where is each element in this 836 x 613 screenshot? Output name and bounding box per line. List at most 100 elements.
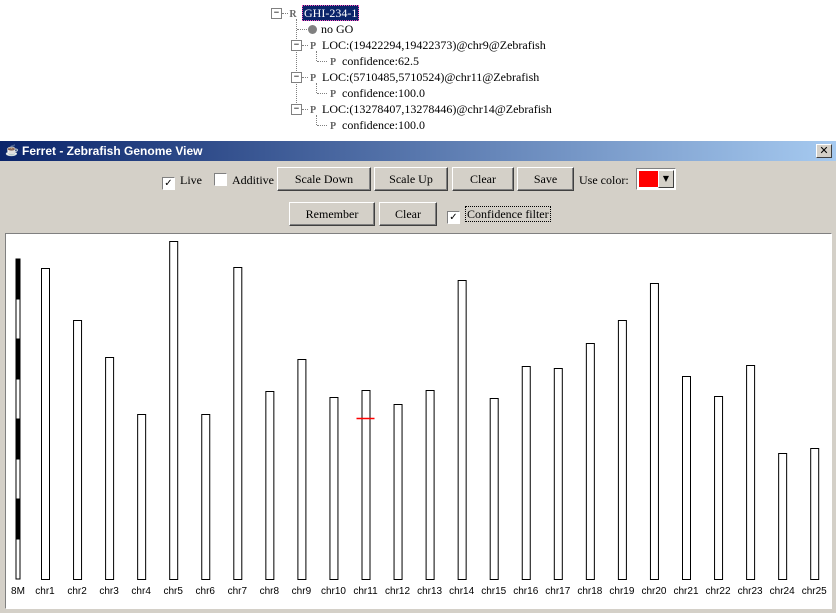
additive-checkbox[interactable]: Additive (214, 172, 274, 188)
chromosome-bar (73, 320, 83, 580)
scale-bar-segment (15, 458, 21, 500)
chromosome-label: chr12 (385, 586, 410, 597)
color-select[interactable]: ▼ (636, 168, 676, 190)
chromosome-bar (553, 368, 563, 580)
chromosome-bar (297, 359, 307, 580)
chromosome-bar (265, 391, 275, 580)
annotation-tree: − R GHI-234-1 no GO − P LOC:(19422294,1942… (0, 0, 836, 140)
chromosome-label: chr4 (131, 586, 151, 597)
scale-up-button[interactable]: Scale Up (374, 167, 448, 191)
chromosome-label: chr6 (196, 586, 216, 597)
chromosome-label: chr15 (481, 586, 506, 597)
tree-item-label: confidence:62.5 (342, 54, 419, 68)
tree-item-label: LOC:(5710485,5710524)@chr11@Zebrafish (322, 70, 540, 84)
scale-bar-segment (15, 498, 21, 540)
scale-bar-segment (15, 298, 21, 340)
tree-item-loc-chr9[interactable]: P LOC:(19422294,19422373)@chr9@Zebrafish (308, 37, 546, 53)
dropdown-arrow-icon[interactable]: ▼ (658, 170, 674, 188)
chromosome-label: chr9 (292, 586, 312, 597)
leaf-dot-icon (308, 25, 317, 34)
chromosome-label: chr17 (545, 586, 570, 597)
chromosome-bar (810, 448, 820, 580)
clear-button[interactable]: Clear (452, 167, 514, 191)
scale-bar-segment (15, 418, 21, 460)
chromosome-chart: 8M chr1 chr2 chr3 chr4 chr5 chr6 chr7 chr8 chr9 ch… (11, 241, 827, 597)
tree-root-label[interactable]: GHI-234-1 (302, 5, 360, 21)
chromosome-label: chr16 (513, 586, 538, 597)
live-checkbox[interactable]: ✓ Live (162, 172, 202, 190)
tree-item-no-go[interactable]: no GO (308, 21, 353, 37)
chromosome-label: chr7 (228, 586, 248, 597)
tree-item-label: confidence:100.0 (342, 118, 425, 132)
chromosome-bar (329, 397, 339, 580)
window-title: Ferret - Zebrafish Genome View (22, 144, 203, 158)
live-label: Live (180, 173, 202, 187)
chromosome-bar (617, 320, 627, 580)
tree-item-loc-chr11[interactable]: P LOC:(5710485,5710524)@chr11@Zebrafish (308, 69, 539, 85)
confidence-filter-label: Confidence filter (465, 206, 551, 222)
chromosome-label: chr19 (609, 586, 634, 597)
scale-down-button[interactable]: Scale Down (277, 167, 371, 191)
chromosome-label: chr13 (417, 586, 442, 597)
tree-item-label: LOC:(19422294,19422373)@chr9@Zebrafish (322, 38, 546, 52)
chromosome-bar (41, 268, 50, 580)
chromosome-bar (393, 404, 403, 580)
chromosome-bar (137, 414, 147, 580)
clear-filter-button[interactable]: Clear (379, 202, 437, 226)
additive-check-icon[interactable] (214, 173, 227, 186)
use-color-label: Use color: (579, 173, 629, 187)
chromosome-label: chr8 (260, 586, 280, 597)
collapse-chr14-icon[interactable]: − (291, 104, 302, 115)
collapse-chr11-icon[interactable]: − (291, 72, 302, 83)
chromosome-label: chr23 (738, 586, 763, 597)
confidence-check-icon[interactable]: ✓ (447, 211, 460, 224)
chromosome-bar (521, 366, 531, 580)
scale-bar-segment (15, 338, 21, 380)
confidence-filter-checkbox[interactable]: ✓ Confidence filter (447, 206, 551, 224)
collapse-root-icon[interactable]: − (271, 8, 282, 19)
collapse-chr9-icon[interactable]: − (291, 40, 302, 51)
p-node-icon: P (329, 121, 337, 132)
tree-item-confidence[interactable]: Pconfidence:100.0 (328, 117, 425, 133)
chromosome-label: chr1 (35, 586, 55, 597)
chromosome-label: chr21 (673, 586, 698, 597)
scale-bar-segment (15, 538, 21, 580)
chromosome-bar (233, 267, 243, 580)
chromosome-label: chr24 (770, 586, 795, 597)
genome-canvas[interactable]: 8M chr1 chr2 chr3 chr4 chr5 chr6 chr7 chr8 chr9 ch… (5, 233, 832, 609)
chromosome-label: chr25 (802, 586, 827, 597)
chromosome-label: chr2 (67, 586, 87, 597)
chromosome-label: chr5 (163, 586, 183, 597)
tree-item-confidence[interactable]: Pconfidence:62.5 (328, 53, 419, 69)
chromosome-label: chr3 (99, 586, 119, 597)
chromosome-bar (682, 376, 691, 580)
close-button[interactable]: ✕ (816, 144, 832, 158)
tree-item-label: confidence:100.0 (342, 86, 425, 100)
chromosome-bar (649, 283, 659, 580)
scale-bar-segment (15, 378, 21, 420)
genome-view-window: ☕ Ferret - Zebrafish Genome View ✕ ✓ Live… (0, 141, 836, 613)
java-cup-icon: ☕ (5, 145, 19, 157)
chromosome-label: chr10 (321, 586, 346, 597)
chromosome-bar (169, 241, 179, 580)
chromosome-bar (489, 398, 499, 580)
color-swatch (639, 171, 659, 187)
chromosome-bar (201, 414, 211, 580)
tree-root[interactable]: R GHI-234-1 (288, 5, 360, 21)
chromosome-bar (778, 453, 788, 580)
additive-label: Additive (232, 173, 274, 187)
chromosome-bar (457, 280, 467, 580)
tree-item-label: LOC:(13278407,13278446)@chr14@Zebrafish (322, 102, 552, 116)
chromosome-bar (105, 357, 115, 580)
window-titlebar[interactable]: ☕ Ferret - Zebrafish Genome View ✕ (0, 141, 836, 161)
chromosome-bar (585, 343, 595, 580)
tree-item-confidence[interactable]: Pconfidence:100.0 (328, 85, 425, 101)
chromosome-bar (714, 396, 724, 580)
chromosome-bar (425, 390, 435, 580)
remember-button[interactable]: Remember (289, 202, 375, 226)
chromosome-bar (746, 365, 756, 580)
live-check-icon[interactable]: ✓ (162, 177, 175, 190)
chromosome-label: chr22 (706, 586, 731, 597)
tree-item-loc-chr14[interactable]: P LOC:(13278407,13278446)@chr14@Zebrafish (308, 101, 552, 117)
save-button[interactable]: Save (517, 167, 574, 191)
